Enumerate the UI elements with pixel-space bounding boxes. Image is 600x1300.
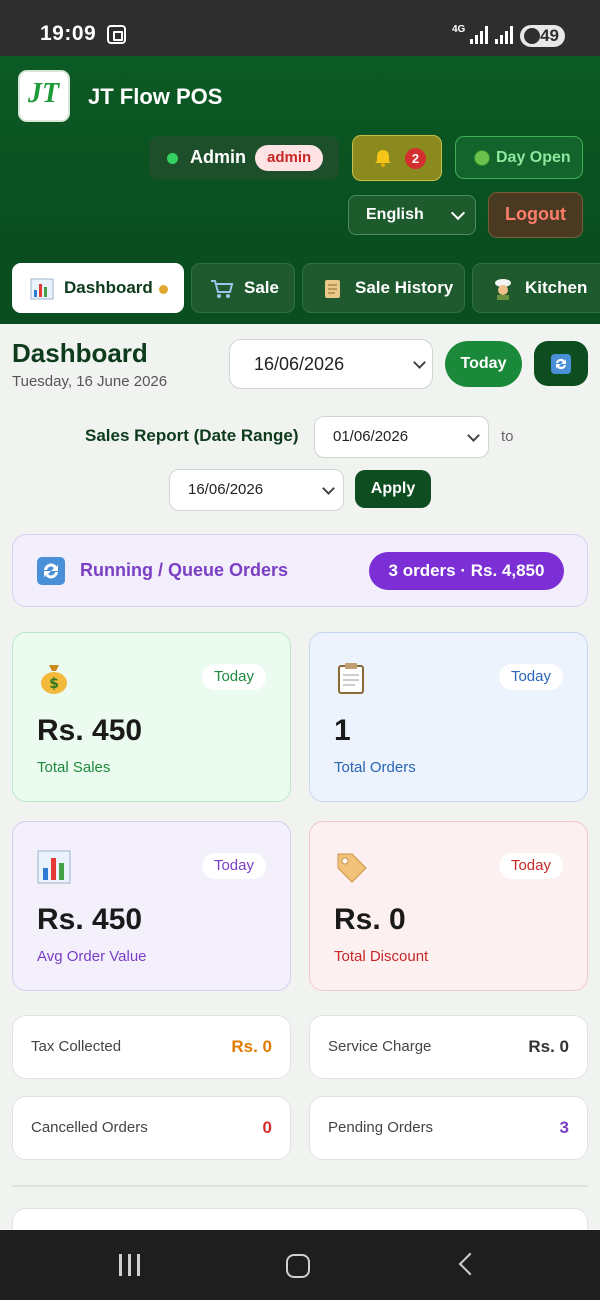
- user-name: Admin: [190, 147, 246, 167]
- period-badge: Today: [498, 853, 563, 879]
- back-icon[interactable]: [458, 1252, 482, 1276]
- date-select[interactable]: 16/06/2026: [229, 339, 433, 389]
- tab-sale[interactable]: Sale: [191, 263, 295, 313]
- logout-button[interactable]: Logout: [488, 192, 583, 238]
- pending-orders-card: Pending Orders 3: [309, 1096, 588, 1160]
- stat-value: 1: [334, 714, 351, 747]
- battery-charging-icon: [524, 28, 540, 44]
- service-charge-card: Service Charge Rs. 0: [309, 1015, 588, 1079]
- period-badge: Today: [201, 853, 266, 879]
- mini-stat-value: Rs. 0: [231, 1037, 272, 1056]
- system-nav-bar: [0, 1230, 600, 1300]
- mini-stat-label: Pending Orders: [328, 1119, 434, 1136]
- price-tag-icon: [337, 853, 367, 883]
- shopping-cart-icon: [211, 280, 234, 298]
- stat-label: Total Orders: [334, 759, 416, 776]
- date-select-value: 16/06/2026: [254, 354, 345, 374]
- stat-value: Rs. 450: [37, 903, 143, 936]
- mini-stat-label: Tax Collected: [31, 1038, 122, 1055]
- page-title: Dashboard: [12, 338, 148, 368]
- range-from-value: 01/06/2026: [333, 428, 409, 445]
- stat-label: Total Discount: [334, 948, 429, 965]
- user-role-badge: admin: [255, 145, 324, 171]
- active-indicator-dot: [159, 285, 168, 294]
- today-button[interactable]: Today: [445, 341, 522, 387]
- home-icon[interactable]: [286, 1254, 310, 1278]
- svg-text:$: $: [49, 676, 59, 692]
- signal-icon-2: [495, 26, 513, 44]
- online-status-icon: [167, 153, 178, 164]
- period-badge: Today: [201, 664, 266, 690]
- mini-stat-value: 0: [262, 1118, 272, 1137]
- total-orders-card: Today 1 Total Orders: [309, 632, 588, 802]
- tab-label: Dashboard: [64, 278, 153, 297]
- range-from-select[interactable]: 01/06/2026: [314, 416, 489, 458]
- stat-label: Total Sales: [37, 759, 111, 776]
- app-title: JT Flow POS: [88, 84, 223, 109]
- apply-button[interactable]: Apply: [355, 470, 431, 508]
- status-bar: 19:09 4G 49: [0, 0, 600, 56]
- tab-label: Sale: [244, 278, 279, 297]
- battery-level: 49: [540, 26, 559, 45]
- total-sales-card: $ Today Rs. 450 Total Sales: [12, 632, 291, 802]
- range-to-select[interactable]: 16/06/2026: [169, 469, 344, 511]
- day-status-icon: [474, 150, 490, 166]
- tab-kitchen[interactable]: Kitchen: [472, 263, 600, 313]
- current-date: Tuesday, 16 June 2026: [12, 373, 168, 390]
- stat-label: Avg Order Value: [37, 948, 147, 965]
- tab-label: Sale History: [355, 278, 454, 297]
- refresh-button[interactable]: [534, 341, 588, 386]
- screenshot-icon: [107, 25, 126, 44]
- network-type: 4G: [452, 24, 466, 35]
- chevron-down-icon: [322, 482, 335, 495]
- notifications-button[interactable]: 2: [352, 135, 442, 181]
- day-open-button[interactable]: Day Open: [455, 136, 583, 179]
- range-to-value: 16/06/2026: [188, 481, 264, 498]
- stat-value: Rs. 450: [37, 714, 143, 747]
- battery-indicator: 49: [520, 25, 565, 47]
- mini-stat-value: 3: [559, 1118, 569, 1137]
- running-orders-summary-badge: 3 orders · Rs. 4,850: [369, 552, 564, 590]
- tab-sale-history[interactable]: Sale History: [302, 263, 465, 313]
- bar-chart-icon: [30, 278, 54, 300]
- mini-stat-label: Cancelled Orders: [31, 1119, 148, 1136]
- app-logo: JT: [18, 70, 70, 122]
- refresh-icon: [37, 557, 65, 585]
- section-divider: [12, 1185, 588, 1187]
- running-orders-banner[interactable]: Running / Queue Orders 3 orders · Rs. 4,…: [12, 534, 588, 607]
- day-status-label: Day Open: [496, 149, 571, 166]
- money-bag-icon: $: [41, 665, 67, 694]
- chevron-down-icon: [450, 205, 466, 221]
- mini-stat-value: Rs. 0: [528, 1037, 569, 1056]
- chevron-down-icon: [413, 356, 426, 369]
- tax-collected-card: Tax Collected Rs. 0: [12, 1015, 291, 1079]
- scroll-icon: [325, 280, 340, 298]
- total-discount-card: Today Rs. 0 Total Discount: [309, 821, 588, 991]
- status-time: 19:09: [40, 22, 97, 45]
- range-to-label: to: [501, 428, 514, 445]
- tab-dashboard[interactable]: Dashboard: [12, 263, 184, 313]
- refresh-icon: [551, 354, 571, 374]
- app-header: JT JT Flow POS Admin admin 2 Day Open En…: [0, 56, 600, 252]
- cancelled-orders-card: Cancelled Orders 0: [12, 1096, 291, 1160]
- signal-icon: [470, 26, 488, 44]
- date-range-label: Sales Report (Date Range): [85, 426, 299, 445]
- main-tabs: Dashboard Sale Sale History Kitchen: [0, 252, 600, 324]
- chef-icon: [495, 279, 511, 300]
- running-orders-label: Running / Queue Orders: [80, 560, 289, 580]
- clipboard-icon: [338, 663, 364, 694]
- stat-value: Rs. 0: [334, 903, 406, 936]
- chevron-down-icon: [467, 429, 480, 442]
- notification-count-badge: 2: [405, 148, 426, 169]
- recent-apps-icon[interactable]: [118, 1254, 142, 1276]
- tab-label: Kitchen: [525, 278, 588, 297]
- language-value: English: [366, 206, 424, 223]
- period-badge: Today: [498, 664, 563, 690]
- mini-stat-label: Service Charge: [328, 1038, 432, 1055]
- bell-icon: [375, 150, 391, 167]
- language-select[interactable]: English: [348, 195, 476, 235]
- bar-chart-icon: [37, 850, 71, 884]
- user-info: Admin admin: [149, 136, 339, 180]
- avg-order-value-card: Today Rs. 450 Avg Order Value: [12, 821, 291, 991]
